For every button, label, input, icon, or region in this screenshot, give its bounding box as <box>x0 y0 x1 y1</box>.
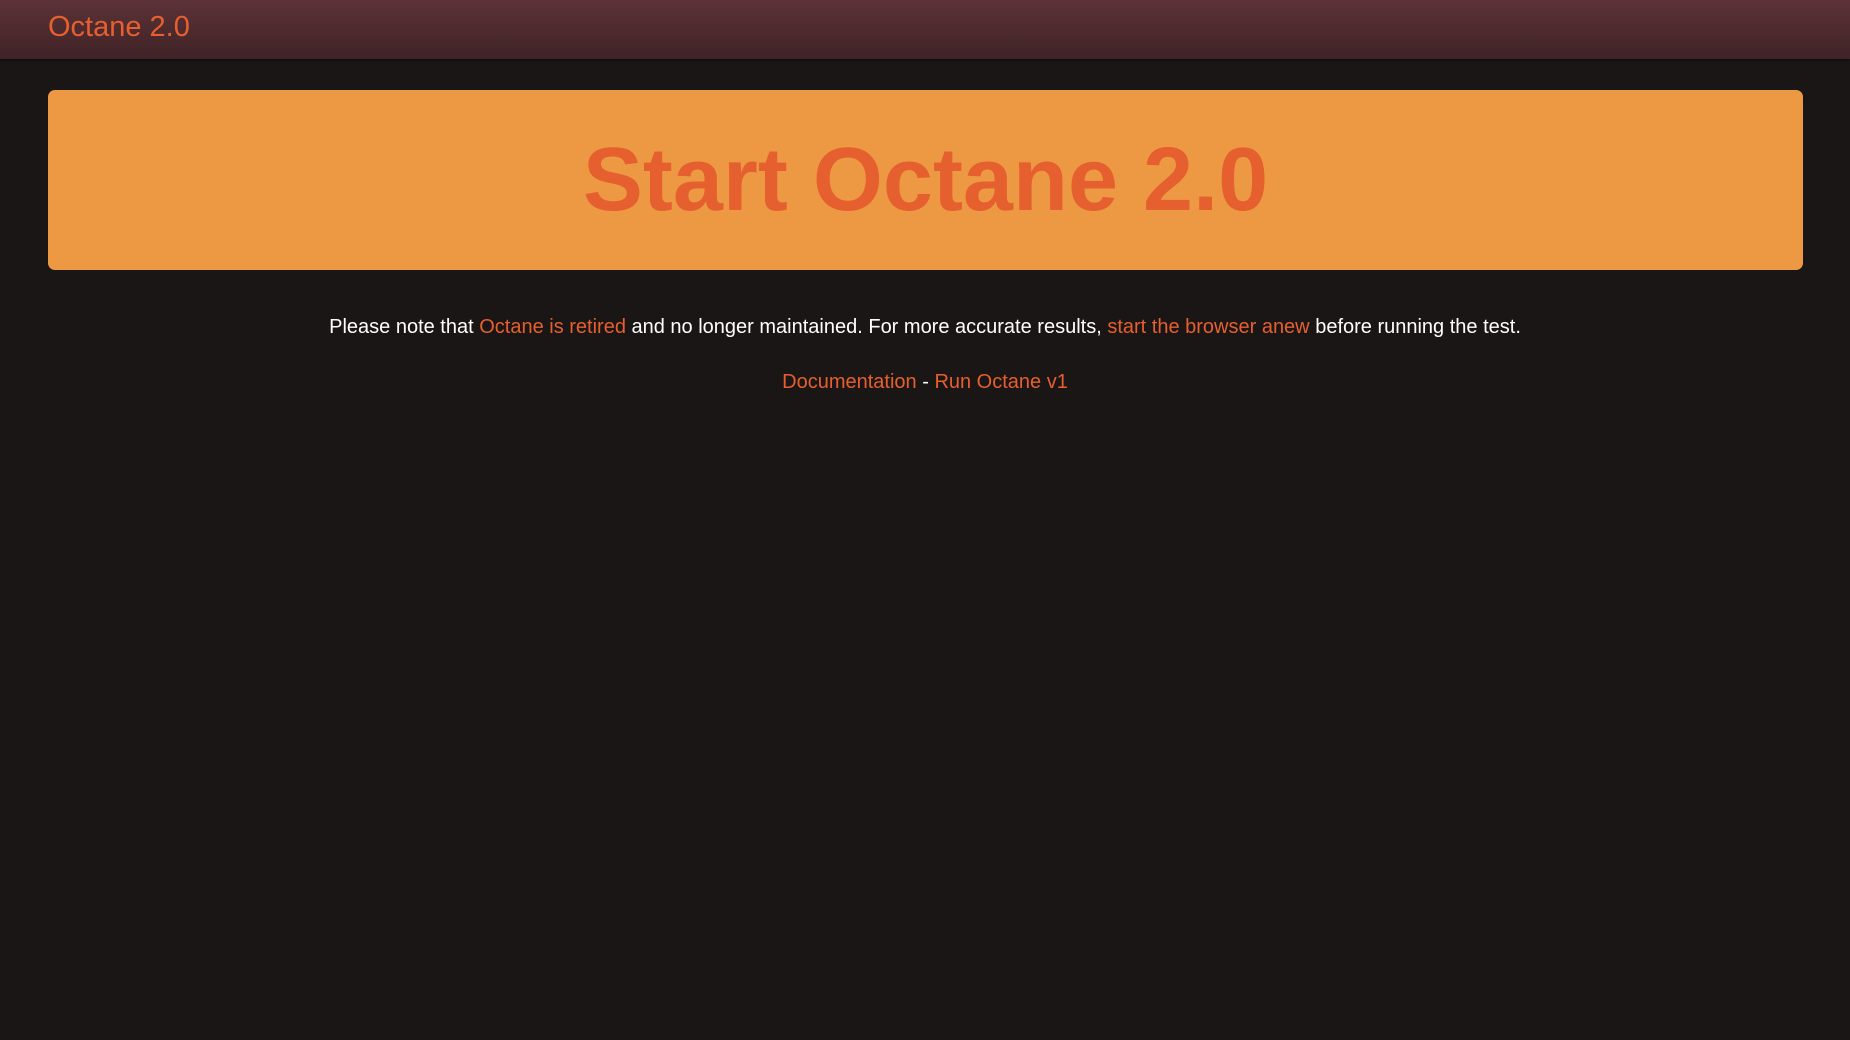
run-octane-v1-link[interactable]: Run Octane v1 <box>934 371 1067 393</box>
octane-retired-link[interactable]: Octane is retired <box>479 316 626 338</box>
links-separator: - <box>916 371 935 393</box>
brand-link[interactable]: Octane 2.0 <box>48 9 190 45</box>
notice-prefix: Please note that <box>329 316 480 338</box>
documentation-link[interactable]: Documentation <box>782 371 917 393</box>
notice-middle: and no longer maintained. For more accur… <box>625 316 1108 338</box>
notice-suffix: before running the test. <box>1309 316 1521 338</box>
footer-links: Documentation - Run Octane v1 <box>0 370 1850 394</box>
top-navbar: Octane 2.0 <box>0 0 1850 59</box>
retirement-notice: Please note that Octane is retired and n… <box>0 315 1850 339</box>
start-browser-anew-link[interactable]: start the browser anew <box>1107 316 1309 338</box>
start-octane-button[interactable]: Start Octane 2.0 <box>48 90 1803 270</box>
start-octane-label: Start Octane 2.0 <box>582 129 1269 230</box>
